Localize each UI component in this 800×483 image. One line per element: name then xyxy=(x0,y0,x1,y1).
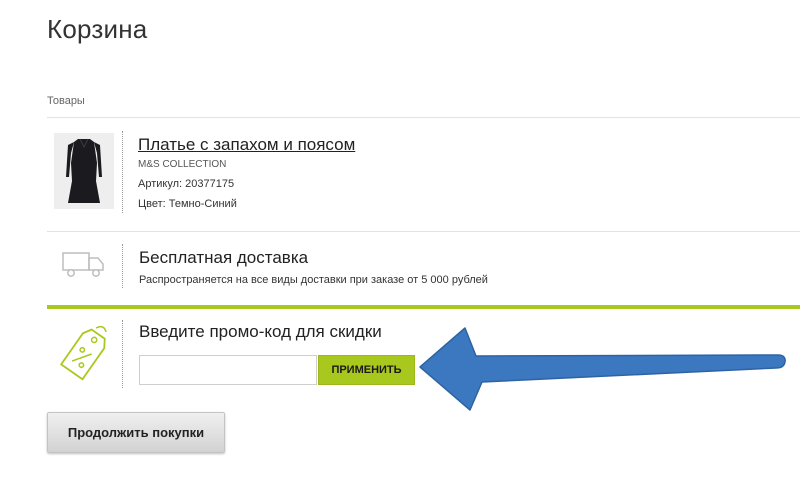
row-divider xyxy=(122,131,123,213)
promo-code-input[interactable] xyxy=(139,355,317,385)
delivery-title: Бесплатная доставка xyxy=(139,248,309,267)
delivery-note: Распространяется на все виды доставки пр… xyxy=(139,274,488,286)
row-divider xyxy=(122,320,123,388)
product-color: Цвет: Темно-Синий xyxy=(138,198,237,210)
divider xyxy=(47,117,800,118)
annotation-arrow-icon xyxy=(419,327,786,411)
dress-icon xyxy=(54,133,114,209)
product-name-link[interactable]: Платье с запахом и поясом xyxy=(138,135,355,155)
promo-title: Введите промо-код для скидки xyxy=(139,322,382,341)
continue-shopping-button[interactable]: Продолжить покупки xyxy=(47,412,225,453)
product-brand: M&S COLLECTION xyxy=(138,159,227,170)
product-image[interactable] xyxy=(54,133,114,209)
apply-promo-button[interactable]: ПРИМЕНИТЬ xyxy=(318,355,415,385)
product-sku: Артикул: 20377175 xyxy=(138,178,235,190)
discount-tag-icon xyxy=(59,322,110,384)
row-divider xyxy=(122,244,123,288)
truck-icon xyxy=(62,249,106,279)
divider xyxy=(47,231,800,232)
section-label-products: Товары xyxy=(47,95,85,107)
page-title: Корзина xyxy=(47,14,148,44)
accent-divider xyxy=(47,305,800,309)
